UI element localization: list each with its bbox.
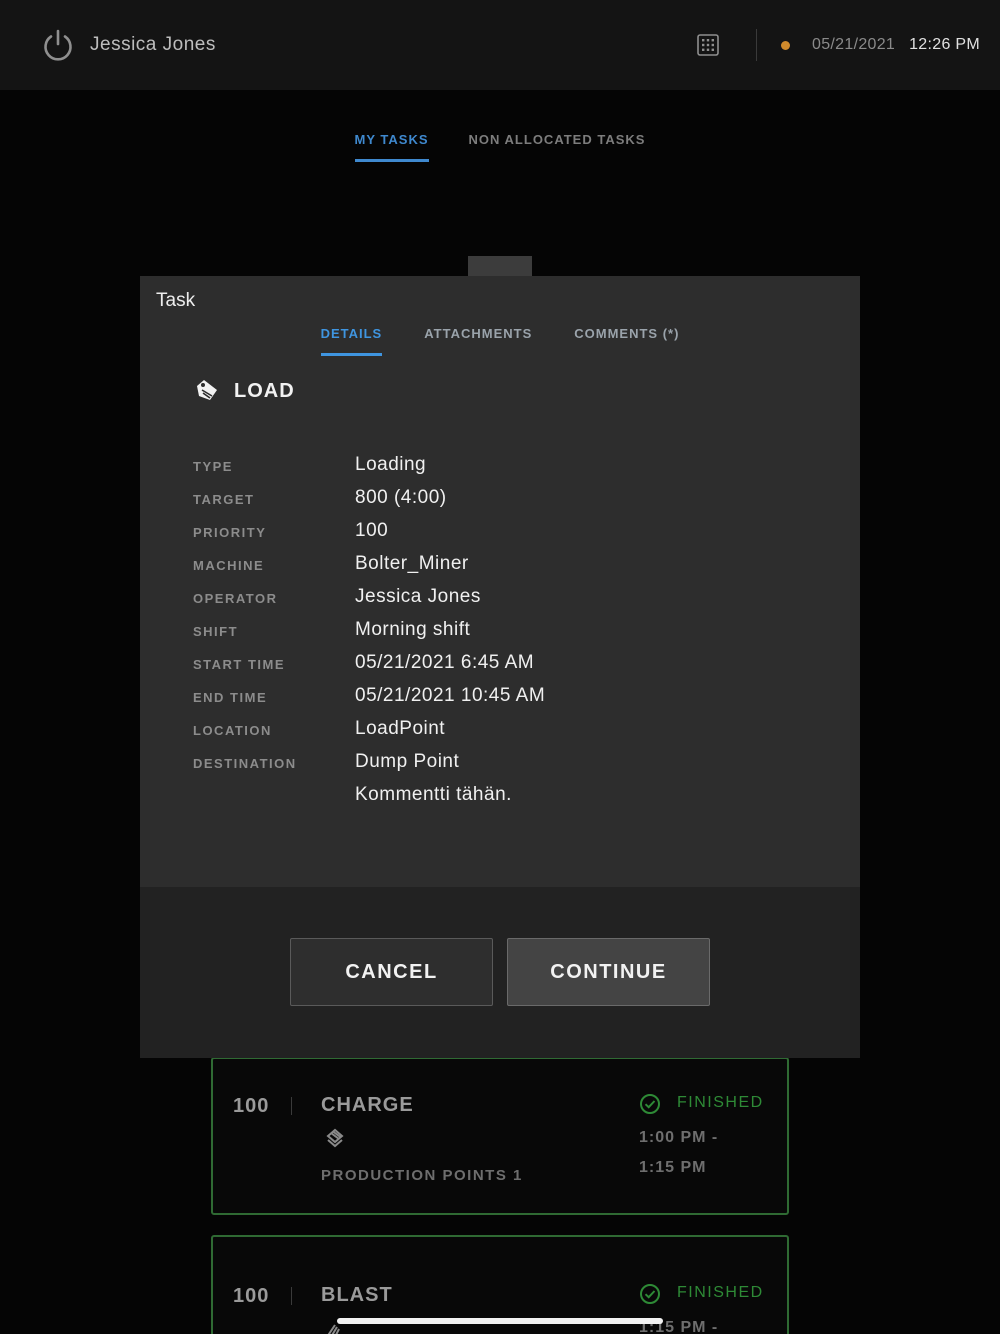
detail-value: Jessica Jones: [355, 586, 481, 607]
detail-label: TARGET: [193, 492, 255, 507]
finished-check-icon: [640, 1094, 660, 1114]
user-name: Jessica Jones: [90, 34, 216, 55]
detail-value: Bolter_Miner: [355, 553, 469, 574]
tab-non-allocated-tasks[interactable]: NON ALLOCATED TASKS: [469, 132, 646, 162]
detail-comment: Kommentti tähän.: [355, 784, 512, 805]
task-card-location: PRODUCTION POINTS 1: [321, 1167, 523, 1184]
modal-footer: CANCEL CONTINUE: [140, 887, 860, 1058]
task-card-priority: 100: [233, 1285, 270, 1307]
task-card-separator: [291, 1097, 292, 1115]
detail-row-destination: DESTINATION Dump Point: [193, 751, 793, 784]
task-card-priority: 100: [233, 1095, 270, 1117]
detail-row-location: LOCATION LoadPoint: [193, 718, 793, 751]
header-date: 05/21/2021: [812, 36, 896, 53]
detail-value: Dump Point: [355, 751, 460, 772]
header-status-area: 05/21/2021 12:26 PM: [696, 29, 980, 61]
detail-row-start-time: START TIME 05/21/2021 6:45 AM: [193, 652, 793, 685]
detail-row-type: TYPE Loading: [193, 454, 793, 487]
background-counter-fragment: [468, 256, 532, 278]
modal-title: Task: [156, 290, 196, 311]
charge-icon: [326, 1128, 344, 1148]
task-card-name: BLAST: [321, 1284, 393, 1306]
tab-comments[interactable]: COMMENTS (*): [574, 326, 679, 356]
header-divider: [756, 29, 758, 61]
continue-button[interactable]: CONTINUE: [507, 938, 710, 1006]
main-tabs: MY TASKS NON ALLOCATED TASKS: [0, 132, 1000, 162]
detail-label: DESTINATION: [193, 756, 297, 771]
detail-value: 800 (4:00): [355, 487, 447, 508]
detail-row-priority: PRIORITY 100: [193, 520, 793, 553]
detail-row-shift: SHIFT Morning shift: [193, 619, 793, 652]
task-card-charge[interactable]: 100 CHARGE PRODUCTION POINTS 1 FINISHED …: [211, 1057, 789, 1215]
detail-label: TYPE: [193, 459, 233, 474]
cancel-button[interactable]: CANCEL: [290, 938, 493, 1006]
task-modal: Task DETAILS ATTACHMENTS COMMENTS (*) LO…: [140, 276, 860, 1058]
detail-value: LoadPoint: [355, 718, 446, 739]
tab-details[interactable]: DETAILS: [320, 326, 383, 356]
detail-label: OPERATOR: [193, 591, 278, 606]
load-tag-icon: [197, 380, 217, 400]
calculator-grid-icon[interactable]: [696, 33, 720, 57]
detail-value: 05/21/2021 10:45 AM: [355, 685, 546, 706]
detail-value: 05/21/2021 6:45 AM: [355, 652, 535, 673]
detail-value: Morning shift: [355, 619, 471, 640]
task-screen: Jessica Jones 05/21/2021 12:26 PM MY TAS…: [0, 0, 1000, 1334]
detail-row-comment: Kommentti tähän.: [193, 784, 793, 817]
detail-value: Loading: [355, 454, 427, 475]
detail-row-operator: OPERATOR Jessica Jones: [193, 586, 793, 619]
header-time: 12:26 PM: [909, 36, 980, 53]
detail-label: SHIFT: [193, 624, 239, 639]
tab-attachments[interactable]: ATTACHMENTS: [424, 326, 532, 356]
task-card-time-end: 1:15 PM: [639, 1159, 707, 1176]
power-icon[interactable]: [40, 27, 76, 63]
detail-label: END TIME: [193, 690, 268, 705]
task-details-list: TYPE Loading TARGET 800 (4:00) PRIORITY …: [193, 454, 793, 817]
detail-label: LOCATION: [193, 723, 272, 738]
detail-row-end-time: END TIME 05/21/2021 10:45 AM: [193, 685, 793, 718]
connection-status-dot: [781, 40, 791, 50]
task-card-status: FINISHED: [677, 1284, 764, 1301]
task-name: LOAD: [234, 379, 295, 402]
detail-value: 100: [355, 520, 389, 541]
task-card-status: FINISHED: [677, 1094, 764, 1111]
finished-check-icon: [640, 1284, 660, 1304]
top-bar: Jessica Jones 05/21/2021 12:26 PM: [0, 0, 1000, 90]
modal-tabs: DETAILS ATTACHMENTS COMMENTS (*): [140, 326, 860, 356]
task-card-name: CHARGE: [321, 1094, 414, 1116]
detail-row-target: TARGET 800 (4:00): [193, 487, 793, 520]
detail-row-machine: MACHINE Bolter_Miner: [193, 553, 793, 586]
task-card-time-start: 1:00 PM -: [639, 1129, 719, 1146]
detail-label: MACHINE: [193, 558, 265, 573]
task-heading: LOAD: [194, 378, 295, 404]
tab-my-tasks[interactable]: MY TASKS: [354, 132, 429, 162]
task-card-separator: [291, 1287, 292, 1305]
detail-label: PRIORITY: [193, 525, 267, 540]
detail-label: START TIME: [193, 657, 286, 672]
home-indicator[interactable]: [337, 1318, 663, 1324]
